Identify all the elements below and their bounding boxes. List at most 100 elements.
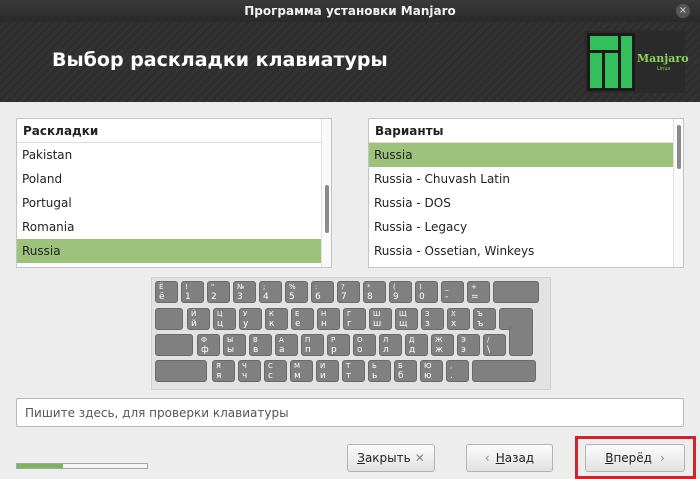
- page-header: Выбор раскладки клавиатуры Manjaro Linux: [0, 22, 700, 102]
- keyboard-key: Цц: [213, 308, 236, 330]
- keyboard-key: Гг: [343, 308, 366, 330]
- layouts-list[interactable]: Раскладки Pakistan Poland Portugal Roman…: [16, 118, 332, 268]
- key-shift-label: М: [294, 362, 301, 370]
- key-shift-label: Ф: [201, 336, 208, 344]
- backspace-key: [493, 281, 539, 303]
- key-label: ц: [217, 319, 224, 329]
- keyboard-key: % 5: [285, 281, 308, 303]
- key-label: с: [268, 371, 273, 381]
- keyboard-key: Юю: [420, 360, 443, 382]
- keyboard-key: Хх: [447, 308, 470, 330]
- logo-subtext: Linux: [657, 66, 671, 72]
- key-shift-label: Я: [216, 362, 221, 370]
- key-label: з: [425, 319, 430, 329]
- layout-item[interactable]: Pakistan: [17, 143, 331, 167]
- keyboard-test-input[interactable]: [16, 398, 684, 427]
- keyboard-key: Лл: [379, 334, 402, 356]
- keyboard-key: Вв: [249, 334, 272, 356]
- key-shift-label: !: [185, 283, 188, 291]
- right-shift-key: [472, 360, 536, 382]
- variant-item[interactable]: Russia - Ossetian, Winkeys: [369, 239, 683, 263]
- key-shift-label: Ж: [435, 336, 443, 344]
- key-shift-label: Ы: [227, 336, 234, 344]
- variant-item[interactable]: Russia - Chuvash Latin: [369, 167, 683, 191]
- key-shift-label: ?: [341, 283, 345, 291]
- keyboard-key: Жж: [431, 334, 454, 356]
- key-label: 7: [341, 292, 347, 302]
- key-label: м: [294, 371, 301, 381]
- keyboard-key: Бб: [394, 360, 417, 382]
- key-shift-label: А: [279, 336, 284, 344]
- key-shift-label: И: [320, 362, 326, 370]
- key-shift-label: Ю: [424, 362, 432, 370]
- key-label: к: [269, 319, 275, 329]
- key-shift-label: /: [487, 336, 490, 344]
- close-button-label: акрыть: [364, 451, 411, 465]
- variant-item[interactable]: Russia - DOS: [369, 191, 683, 215]
- keyboard-key: Тт: [342, 360, 365, 382]
- keyboard-key: Дд: [405, 334, 428, 356]
- key-shift-label: ": [211, 283, 215, 291]
- key-label: г: [347, 319, 352, 329]
- key-label: ш: [373, 319, 382, 329]
- variant-item-selected[interactable]: Russia: [369, 143, 683, 167]
- keyboard-key: Йй: [187, 308, 210, 330]
- layout-item[interactable]: Romania: [17, 215, 331, 239]
- keyboard-key: / \: [483, 334, 506, 356]
- layouts-list-header[interactable]: Раскладки: [17, 119, 331, 143]
- layouts-scrollbar[interactable]: [321, 119, 331, 267]
- layouts-scroll-thumb[interactable]: [325, 185, 329, 233]
- keyboard-key: Ыы: [223, 334, 246, 356]
- key-label: 6: [315, 292, 321, 302]
- keyboard-key: № 3: [233, 281, 256, 303]
- key-label: 5: [289, 292, 295, 302]
- key-label: 3: [237, 292, 243, 302]
- enter-key-lower: [509, 326, 533, 356]
- back-button[interactable]: ‹ Назад: [466, 444, 553, 472]
- key-shift-label: %: [289, 283, 296, 291]
- key-label: -: [445, 292, 449, 302]
- keyboard-key: Ьь: [368, 360, 391, 382]
- key-label: 1: [185, 292, 191, 302]
- caps-lock-key: [155, 334, 193, 356]
- key-label: ё: [159, 292, 165, 302]
- variants-list[interactable]: Варианты Russia Russia - Chuvash Latin R…: [368, 118, 684, 268]
- key-label: х: [451, 319, 457, 329]
- key-label: а: [279, 345, 285, 355]
- key-shift-label: Т: [346, 362, 351, 370]
- keyboard-key: (9: [389, 281, 412, 303]
- key-shift-label: Ч: [242, 362, 247, 370]
- install-progress-bar: [16, 463, 148, 469]
- layout-item[interactable]: Portugal: [17, 191, 331, 215]
- close-button[interactable]: Закрыть ✕: [347, 444, 435, 472]
- variants-list-header[interactable]: Варианты: [369, 119, 683, 143]
- page-title: Выбор раскладки клавиатуры: [52, 49, 388, 71]
- key-shift-label: ;: [263, 283, 266, 291]
- window-close-icon[interactable]: ×: [676, 4, 690, 18]
- key-label: щ: [399, 319, 408, 329]
- key-shift-label: Э: [461, 336, 466, 344]
- layout-item-selected[interactable]: Russia: [17, 239, 331, 263]
- variants-scrollbar[interactable]: [673, 119, 683, 267]
- variants-scroll-thumb[interactable]: [677, 125, 681, 169]
- keyboard-key: Уу: [239, 308, 262, 330]
- keyboard-key: Пп: [301, 334, 324, 356]
- keyboard-key: ; 4: [259, 281, 282, 303]
- key-label: й: [191, 319, 197, 329]
- keyboard-key: Щщ: [395, 308, 418, 330]
- manjaro-logo: Manjaro Linux: [585, 31, 689, 93]
- key-label: о: [357, 345, 363, 355]
- next-button-highlight: [575, 436, 696, 479]
- keyboard-key: Ее: [291, 308, 314, 330]
- key-label: д: [409, 345, 416, 355]
- keyboard-key: Аа: [275, 334, 298, 356]
- keyboard-key: Мм: [290, 360, 313, 382]
- key-label: н: [321, 319, 327, 329]
- keyboard-key: Шш: [369, 308, 392, 330]
- key-label: л: [383, 345, 389, 355]
- keyboard-key: _ -: [441, 281, 464, 303]
- key-label: б: [398, 371, 404, 381]
- layout-item[interactable]: Poland: [17, 167, 331, 191]
- key-shift-label: К: [269, 310, 274, 318]
- variant-item[interactable]: Russia - Legacy: [369, 215, 683, 239]
